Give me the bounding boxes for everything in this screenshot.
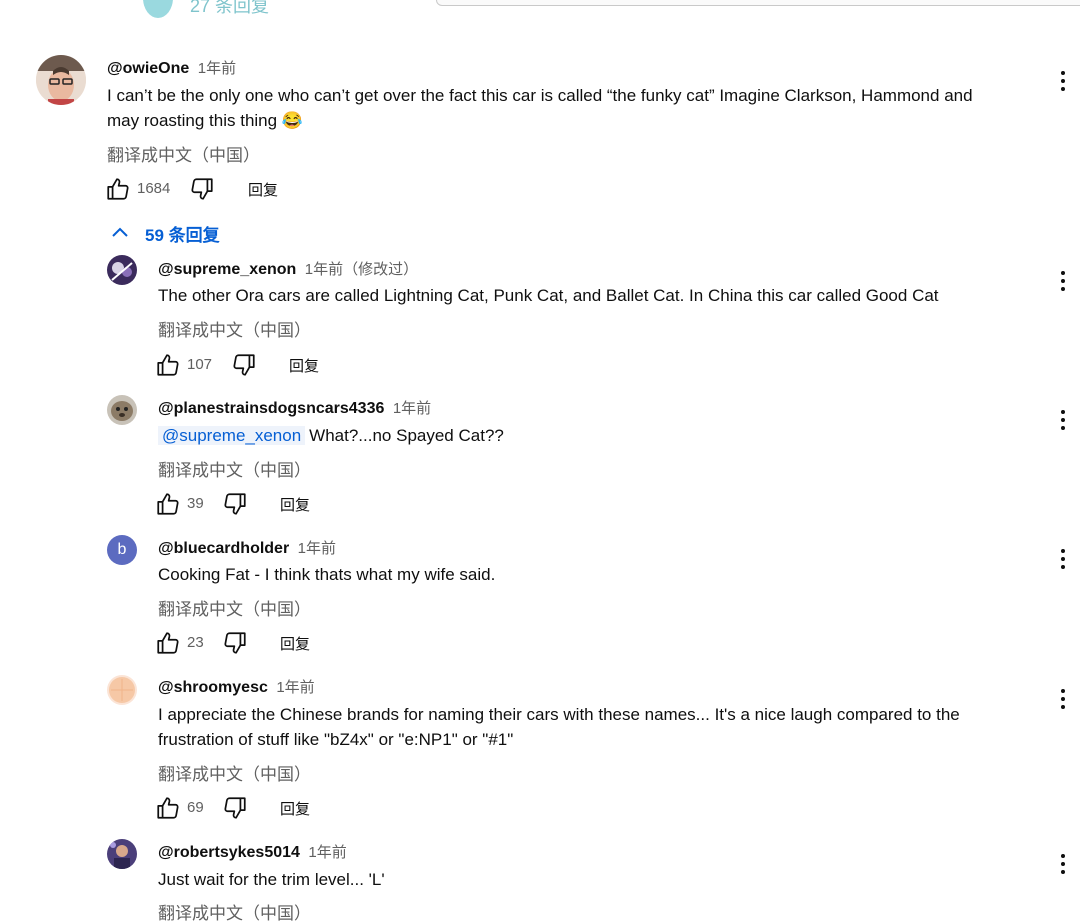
thumb-up-icon[interactable] xyxy=(155,491,181,517)
avatar-image xyxy=(107,395,137,425)
comment-text-body: What?...no Spayed Cat?? xyxy=(309,426,504,445)
comment-header: @shroomyesc 1年前 xyxy=(158,676,315,697)
translate-link[interactable]: 翻译成中文（中国） xyxy=(158,760,311,785)
like-count: 39 xyxy=(187,495,204,512)
thumb-down-icon[interactable] xyxy=(222,491,248,517)
chevron-up-icon xyxy=(112,227,128,237)
comment-actions: 69 回复 xyxy=(155,795,455,821)
more-vert-icon[interactable] xyxy=(1058,407,1068,433)
more-vert-icon[interactable] xyxy=(1058,686,1068,712)
reply-button[interactable]: 回复 xyxy=(248,179,278,200)
comment-actions: 39 回复 xyxy=(155,491,455,517)
thumb-down-icon[interactable] xyxy=(222,795,248,821)
comment-text: The other Ora cars are called Lightning … xyxy=(158,286,939,305)
comment-header: @supreme_xenon 1年前（修改过） xyxy=(158,258,418,279)
comment-header: @robertsykes5014 1年前 xyxy=(158,841,347,862)
comment-text: Just wait for the trim level... 'L' xyxy=(158,870,385,889)
thumb-down-icon[interactable] xyxy=(189,176,215,202)
avatar-image xyxy=(36,55,86,105)
avatar[interactable]: b xyxy=(107,535,137,565)
comment-header: @planestrainsdogsncars4336 1年前 xyxy=(158,397,431,418)
thumb-down-icon[interactable] xyxy=(222,630,248,656)
translate-link[interactable]: 翻译成中文（中国） xyxy=(158,316,311,341)
translate-link[interactable]: 翻译成中文（中国） xyxy=(158,456,311,481)
comment-actions: 23 回复 xyxy=(155,630,455,656)
avatar[interactable] xyxy=(107,395,137,425)
reply-button[interactable]: 回复 xyxy=(280,798,310,819)
comment-text: I can’t be the only one who can’t get ov… xyxy=(107,83,1037,133)
avatar[interactable] xyxy=(107,839,137,869)
thumb-up-icon[interactable] xyxy=(155,630,181,656)
thumb-up-icon[interactable] xyxy=(155,352,181,378)
reply-button[interactable]: 回复 xyxy=(280,494,310,515)
like-count: 107 xyxy=(187,356,213,373)
comment-text: Cooking Fat - I think thats what my wife… xyxy=(158,565,496,584)
avatar-image xyxy=(107,839,137,869)
author-name[interactable]: @bluecardholder xyxy=(158,540,289,557)
like-count: 23 xyxy=(187,634,204,651)
reply-button[interactable]: 回复 xyxy=(289,355,319,376)
comment-text-line: may roasting this thing 😂 xyxy=(107,111,303,130)
author-name[interactable]: @planestrainsdogsncars4336 xyxy=(158,400,384,417)
comment-actions: 107 回复 xyxy=(155,352,455,378)
more-vert-icon[interactable] xyxy=(1058,268,1068,294)
replies-count-label: 59 条回复 xyxy=(145,226,220,245)
comment-time[interactable]: 1年前 xyxy=(276,679,314,696)
comment-text-line: I can’t be the only one who can’t get ov… xyxy=(107,86,973,105)
comment-text: @supreme_xenon What?...no Spayed Cat?? xyxy=(158,423,1038,448)
comment-time[interactable]: 1年前 xyxy=(393,400,431,417)
partial-input-box xyxy=(436,0,1080,6)
like-count: 1684 xyxy=(137,180,171,197)
author-name[interactable]: @owieOne xyxy=(107,60,189,77)
author-name[interactable]: @shroomyesc xyxy=(158,679,268,696)
thumb-up-icon[interactable] xyxy=(155,795,181,821)
partial-replies-label: 27 条回复 xyxy=(190,0,270,16)
comment-text: I appreciate the Chinese brands for nami… xyxy=(158,702,1038,752)
author-name[interactable]: @supreme_xenon xyxy=(158,261,296,278)
comment-header: @owieOne 1年前 xyxy=(107,57,236,78)
more-vert-icon[interactable] xyxy=(1058,68,1068,94)
translate-link[interactable]: 翻译成中文（中国） xyxy=(158,899,311,924)
more-vert-icon[interactable] xyxy=(1058,546,1068,572)
comment-time[interactable]: 1年前 xyxy=(198,60,236,77)
avatar[interactable] xyxy=(107,255,137,285)
comment-time[interactable]: 1年前 xyxy=(298,540,336,557)
comment-time[interactable]: 1年前 xyxy=(308,844,346,861)
more-vert-icon[interactable] xyxy=(1058,851,1068,877)
avatar-image xyxy=(107,255,137,285)
avatar[interactable] xyxy=(107,675,137,705)
thumb-up-icon[interactable] xyxy=(105,176,131,202)
comment-header: @bluecardholder 1年前 xyxy=(158,537,336,558)
previous-replies-toggle-partial: 27 条回复 xyxy=(0,0,1080,24)
comment-text-line: frustration of stuff like "bZ4x" or "e:N… xyxy=(158,730,514,749)
avatar[interactable] xyxy=(36,55,86,105)
partial-avatar xyxy=(143,0,173,18)
author-name[interactable]: @robertsykes5014 xyxy=(158,844,300,861)
comment-time[interactable]: 1年前（修改过） xyxy=(305,261,418,278)
comment-text-line: I appreciate the Chinese brands for nami… xyxy=(158,705,960,724)
avatar-image xyxy=(107,675,137,705)
mention-link[interactable]: @supreme_xenon xyxy=(158,426,306,445)
translate-link[interactable]: 翻译成中文（中国） xyxy=(107,141,260,166)
thumb-down-icon[interactable] xyxy=(231,352,257,378)
reply-button[interactable]: 回复 xyxy=(280,633,310,654)
comment-actions: 1684 回复 xyxy=(105,176,405,202)
translate-link[interactable]: 翻译成中文（中国） xyxy=(158,595,311,620)
like-count: 69 xyxy=(187,799,204,816)
